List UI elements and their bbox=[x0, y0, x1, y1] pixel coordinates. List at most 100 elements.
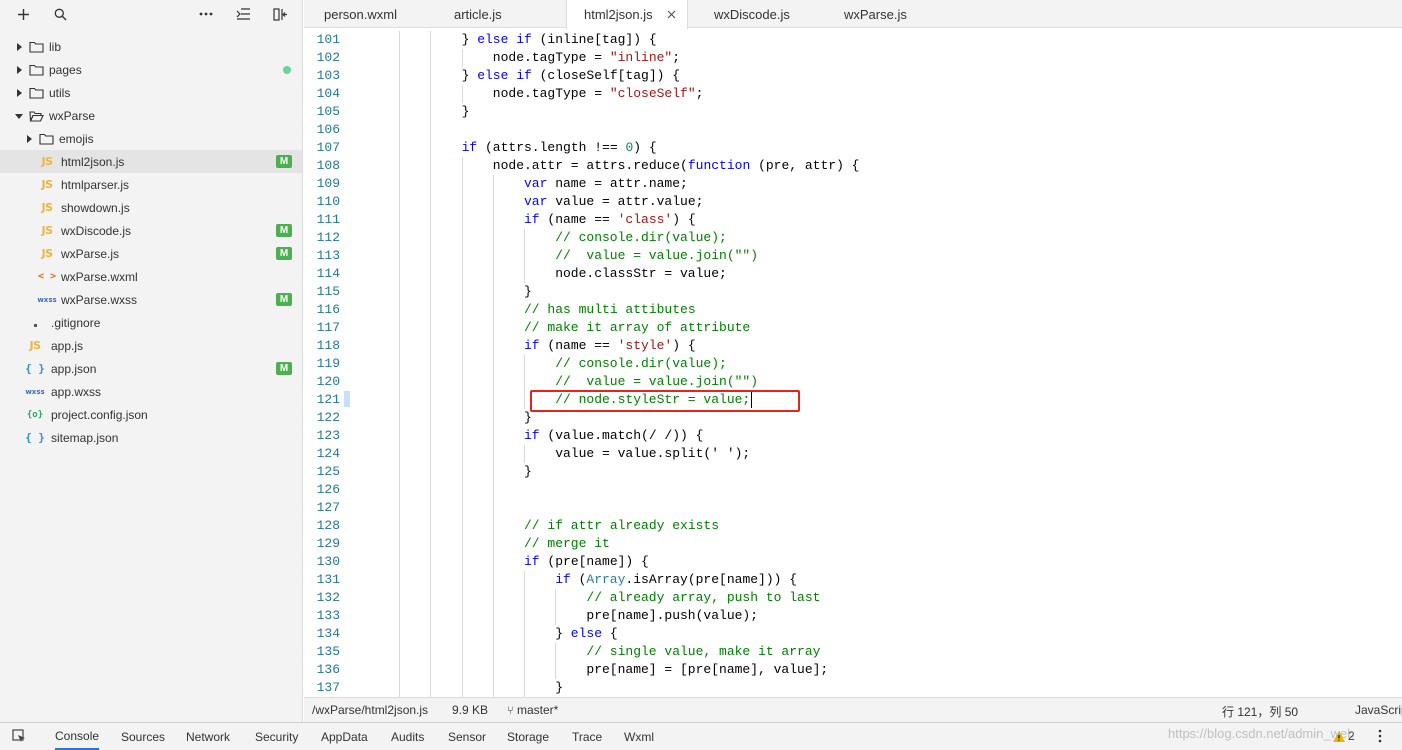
code-editor[interactable]: 101} else if (inline[tag]) {102 node.tagT… bbox=[304, 29, 1402, 697]
indent-guide bbox=[430, 391, 432, 409]
code-token: // already array, push to last bbox=[586, 590, 821, 605]
tree-item-wxparse[interactable]: wxParse bbox=[0, 104, 302, 127]
code-line: pre[name] = [pre[name], value]; bbox=[586, 661, 828, 679]
indent-guide bbox=[461, 283, 463, 301]
search-icon[interactable] bbox=[50, 4, 70, 24]
caret-down-icon[interactable] bbox=[14, 111, 24, 121]
tree-item-wxparse-wxss[interactable]: wxss wxParse.wxss M bbox=[0, 288, 302, 311]
tab-wxdiscode-js[interactable]: wxDiscode.js bbox=[714, 0, 790, 28]
devtools-tab-security[interactable]: Security bbox=[255, 723, 298, 750]
tree-item-label: .gitignore bbox=[51, 315, 101, 330]
code-token: // merge it bbox=[524, 536, 610, 551]
more-icon[interactable] bbox=[196, 4, 216, 24]
language-mode[interactable]: JavaScript bbox=[1355, 703, 1402, 717]
indent-guide bbox=[461, 571, 463, 589]
file-path[interactable]: /wxParse/html2json.js bbox=[312, 703, 428, 717]
tree-item-wxparse-js[interactable]: JS wxParse.js M bbox=[0, 242, 302, 265]
devtools-tab-trace[interactable]: Trace bbox=[572, 723, 602, 750]
tab-html2json-js[interactable]: html2json.js bbox=[566, 0, 688, 29]
indent-guide bbox=[524, 373, 525, 391]
devtools-tab-audits[interactable]: Audits bbox=[391, 723, 424, 750]
more-vertical-icon[interactable] bbox=[1378, 729, 1382, 746]
code-token: (name == bbox=[539, 338, 618, 353]
devtools-tab-wxml[interactable]: Wxml bbox=[624, 723, 654, 750]
tree-item-label: wxParse.wxss bbox=[61, 292, 138, 307]
tab-article-js[interactable]: article.js bbox=[454, 0, 502, 28]
code-line: if (name == 'class') { bbox=[524, 211, 696, 229]
code-line: } bbox=[524, 283, 532, 301]
file-icon bbox=[26, 318, 44, 327]
indent-guide bbox=[461, 589, 463, 607]
line-number: 133 bbox=[316, 608, 340, 623]
indent-guide bbox=[524, 571, 525, 589]
indent-guide bbox=[399, 589, 401, 607]
indent-guide bbox=[399, 193, 401, 211]
tab-label: html2json.js bbox=[584, 7, 653, 22]
caret-right-icon[interactable] bbox=[14, 65, 24, 75]
devtools-tab-sources[interactable]: Sources bbox=[121, 723, 165, 750]
code-line: // console.dir(value); bbox=[555, 355, 727, 373]
code-line: // already array, push to last bbox=[586, 589, 820, 607]
tree-item-pages[interactable]: pages bbox=[0, 58, 302, 81]
watermark: https://blog.csdn.net/admin_web bbox=[1168, 726, 1355, 741]
code-token: if bbox=[524, 554, 540, 569]
tab-label: wxDiscode.js bbox=[714, 6, 790, 22]
tree-item-wxdiscode-js[interactable]: JS wxDiscode.js M bbox=[0, 219, 302, 242]
tree-item-html2json-js[interactable]: JS html2json.js M bbox=[0, 150, 302, 173]
devtools-tab-appdata[interactable]: AppData bbox=[321, 723, 368, 750]
split-icon[interactable] bbox=[270, 4, 290, 24]
devtools-tab-console[interactable]: Console bbox=[55, 723, 100, 750]
indent-guide bbox=[430, 535, 432, 553]
close-icon[interactable] bbox=[667, 7, 676, 22]
tree-item-gitignore[interactable]: .gitignore bbox=[0, 311, 302, 334]
indent-guide bbox=[399, 427, 401, 445]
tab-wxparse-js[interactable]: wxParse.js bbox=[844, 0, 907, 28]
code-token: 'class' bbox=[617, 212, 673, 227]
line-number: 102 bbox=[316, 50, 340, 65]
devtools-tab-network[interactable]: Network bbox=[186, 723, 230, 750]
collapse-icon[interactable] bbox=[233, 4, 253, 24]
devtools-tab-storage[interactable]: Storage bbox=[507, 723, 549, 750]
caret-right-icon[interactable] bbox=[24, 134, 34, 144]
indent-guide bbox=[430, 301, 432, 319]
caret-right-icon[interactable] bbox=[14, 88, 24, 98]
indent-guide bbox=[430, 499, 432, 517]
cursor-position[interactable]: 行 121，列 50 bbox=[1222, 703, 1298, 720]
inspect-element-icon[interactable] bbox=[12, 729, 27, 747]
code-token: var bbox=[524, 176, 548, 191]
code-line: } else if (closeSelf[tag]) { bbox=[462, 67, 680, 85]
devtools-tab-sensor[interactable]: Sensor bbox=[448, 723, 486, 750]
tree-item-app-js[interactable]: JS app.js bbox=[0, 334, 302, 357]
indent-guide bbox=[399, 661, 401, 679]
indent-guide bbox=[524, 643, 525, 661]
modified-badge: M bbox=[276, 247, 292, 260]
indent-guide bbox=[492, 355, 494, 373]
js-file-icon: JS bbox=[41, 247, 53, 260]
js-file-icon: JS bbox=[29, 339, 41, 352]
git-branch[interactable]: ⑂ master* bbox=[507, 703, 558, 717]
code-token: else if bbox=[477, 32, 532, 47]
tree-item-showdown-js[interactable]: JS showdown.js bbox=[0, 196, 302, 219]
tree-item-app-json[interactable]: { } app.json M bbox=[0, 357, 302, 380]
indent-guide bbox=[430, 283, 432, 301]
tab-person-wxml[interactable]: person.wxml bbox=[324, 0, 397, 28]
tree-item-htmlparser-js[interactable]: JS htmlparser.js bbox=[0, 173, 302, 196]
tree-item-utils[interactable]: utils bbox=[0, 81, 302, 104]
tree-item-lib[interactable]: lib bbox=[0, 35, 302, 58]
line-number: 113 bbox=[316, 248, 340, 263]
tree-item-sitemap-json[interactable]: { } sitemap.json bbox=[0, 426, 302, 449]
code-token: // single value, make it array bbox=[586, 644, 821, 659]
tree-item-emojis[interactable]: emojis bbox=[0, 127, 302, 150]
indent-guide bbox=[430, 625, 432, 643]
indent-guide bbox=[430, 517, 432, 535]
indent-guide bbox=[461, 463, 463, 481]
indent-guide bbox=[492, 427, 494, 445]
caret-right-icon[interactable] bbox=[14, 42, 24, 52]
code-token: ) { bbox=[672, 338, 696, 353]
tree-item-app-wxss[interactable]: wxss app.wxss bbox=[0, 380, 302, 403]
indent-guide bbox=[430, 553, 432, 571]
line-number: 103 bbox=[316, 68, 340, 83]
plus-icon[interactable] bbox=[13, 4, 33, 24]
tree-item-wxparse-wxml[interactable]: < > wxParse.wxml bbox=[0, 265, 302, 288]
tree-item-project-config-json[interactable]: {o} project.config.json bbox=[0, 403, 302, 426]
